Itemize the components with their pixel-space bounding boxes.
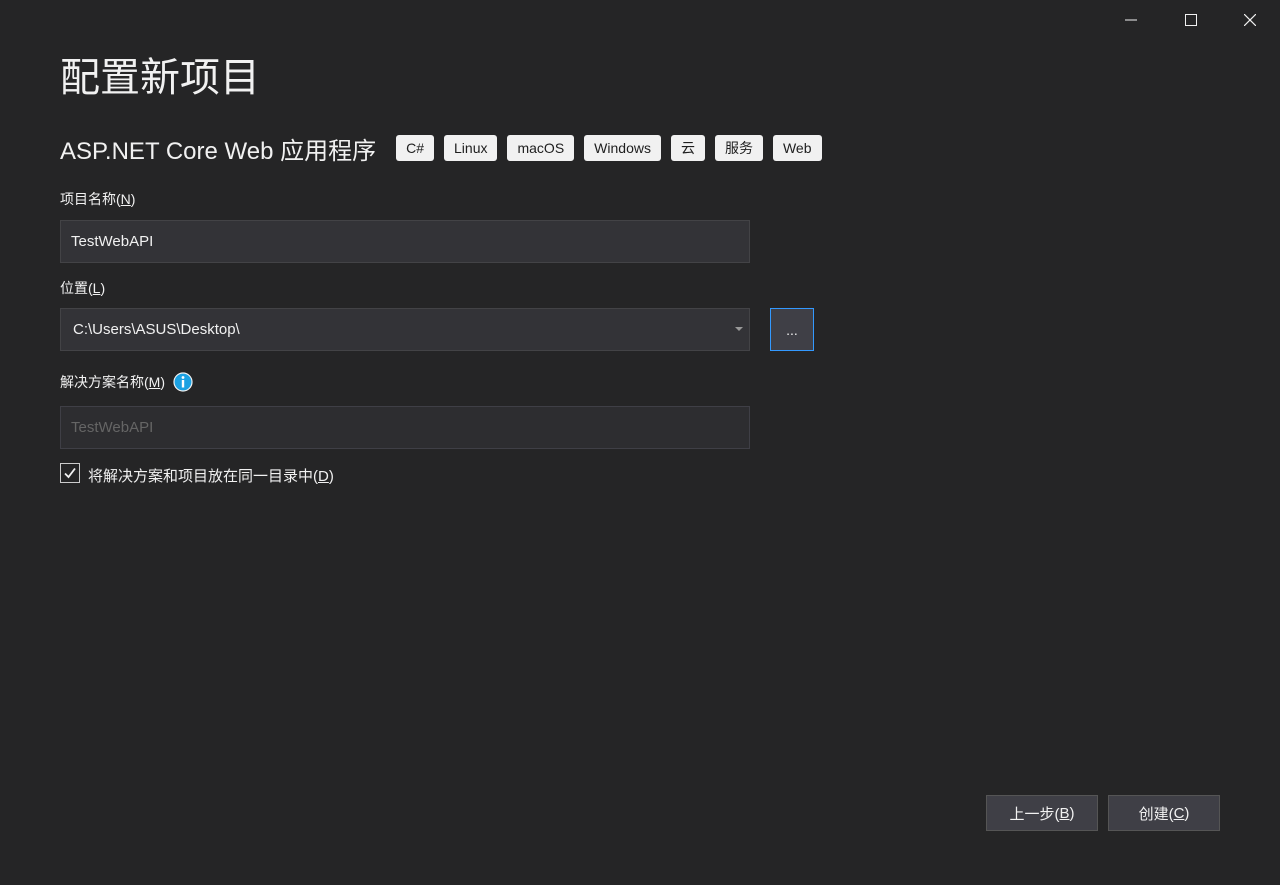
template-header: ASP.NET Core Web 应用程序 C# Linux macOS Win…: [60, 132, 832, 165]
minimize-icon: [1125, 19, 1137, 21]
solution-name-label-text: 解决方案名称(: [60, 374, 149, 390]
create-button-key: C: [1173, 804, 1185, 822]
maximize-button[interactable]: [1161, 0, 1221, 40]
back-button-end: ): [1069, 804, 1075, 822]
create-button[interactable]: 创建(C): [1108, 795, 1220, 831]
close-icon: [1244, 14, 1256, 26]
project-name-label: 项目名称(N): [60, 189, 135, 209]
project-name-label-key: N: [120, 191, 131, 207]
location-label-text: 位置(: [60, 280, 93, 296]
tag-linux: Linux: [444, 135, 498, 161]
create-button-text: 创建(: [1138, 805, 1174, 823]
same-directory-checkbox[interactable]: [60, 463, 80, 483]
location-combobox[interactable]: C:\Users\ASUS\Desktop\: [60, 308, 750, 351]
location-label-key: L: [92, 280, 101, 296]
minimize-button[interactable]: [1101, 0, 1161, 40]
browse-button[interactable]: ...: [770, 308, 814, 351]
browse-button-label: ...: [786, 321, 798, 338]
same-directory-label-end: ): [328, 468, 334, 485]
checkmark-icon: [64, 467, 76, 479]
location-value: C:\Users\ASUS\Desktop\: [73, 321, 240, 338]
location-label-end: ): [100, 280, 106, 296]
configure-project-window: 配置新项目 ASP.NET Core Web 应用程序 C# Linux mac…: [0, 0, 1280, 885]
tag-service: 服务: [714, 135, 763, 161]
location-label: 位置(L): [60, 278, 105, 298]
same-directory-label-key: D: [318, 468, 329, 485]
project-name-input[interactable]: TestWebAPI: [60, 220, 750, 263]
project-name-label-end: ): [130, 191, 136, 207]
back-button-text: 上一步(: [1009, 805, 1060, 823]
close-button[interactable]: [1220, 0, 1280, 40]
solution-name-value: TestWebAPI: [71, 419, 154, 436]
project-name-label-text: 项目名称(: [60, 191, 121, 207]
solution-name-input[interactable]: TestWebAPI: [60, 406, 750, 449]
create-button-end: ): [1184, 804, 1190, 822]
project-name-value: TestWebAPI: [71, 233, 154, 250]
page-title: 配置新项目: [60, 56, 260, 100]
solution-name-label-end: ): [160, 374, 166, 390]
back-button[interactable]: 上一步(B): [986, 795, 1098, 831]
maximize-icon: [1185, 14, 1197, 26]
template-name: ASP.NET Core Web 应用程序: [60, 137, 377, 165]
tag-cloud: 云: [670, 135, 705, 161]
solution-name-label: 解决方案名称(M): [60, 372, 193, 392]
same-directory-label-text: 将解决方案和项目放在同一目录中(: [88, 468, 318, 485]
back-button-key: B: [1059, 804, 1070, 822]
tag-macos: macOS: [507, 135, 575, 161]
tag-windows: Windows: [584, 135, 661, 161]
info-icon[interactable]: [173, 372, 193, 392]
tag-web: Web: [772, 135, 822, 161]
same-directory-label[interactable]: 将解决方案和项目放在同一目录中(D): [88, 465, 334, 486]
chevron-down-icon[interactable]: [735, 327, 743, 331]
solution-name-label-key: M: [148, 374, 161, 390]
tag-csharp: C#: [396, 135, 435, 161]
